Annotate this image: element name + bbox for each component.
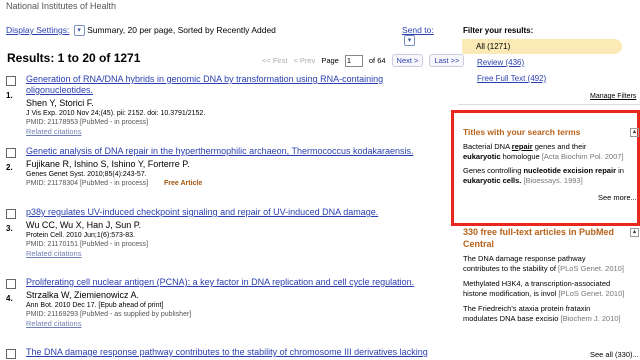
result-authors: Shen Y, Storici F. xyxy=(26,98,94,108)
free-articles-heading: 330 free full-text articles in PubMed Ce… xyxy=(463,226,639,250)
result-authors: Fujikane R, Ishino S, Ishino Y, Forterre… xyxy=(26,159,190,169)
result-title-link[interactable]: Proliferating cell nuclear antigen (PCNA… xyxy=(26,277,444,288)
result-item: The DNA damage response pathway contribu… xyxy=(6,347,446,360)
result-citation: Genes Genet Syst. 2010;85(4):243-57. xyxy=(26,171,147,178)
free-article-snippet[interactable]: Methylated H3K4, a transcription-associa… xyxy=(463,279,640,299)
display-summary: Summary, 20 per page, Sorted by Recently… xyxy=(87,25,276,35)
result-number: 2. xyxy=(6,163,13,172)
last-page-button[interactable]: Last >> xyxy=(429,54,465,67)
result-number: 4. xyxy=(6,294,13,303)
titles-heading: Titles with your search terms ▴ xyxy=(463,127,639,137)
result-pmid: PMID: 21178304 [PubMed - in process] xyxy=(26,180,149,187)
page-label: Page xyxy=(321,56,339,65)
divider xyxy=(458,104,640,105)
result-title-link[interactable]: The DNA damage response pathway contribu… xyxy=(26,347,444,358)
free-articles-heading-text: 330 free full-text articles in PubMed Ce… xyxy=(463,227,615,249)
display-settings-link[interactable]: Display Settings: xyxy=(6,25,69,35)
result-authors: Strzalka W, Ziemienowicz A. xyxy=(26,290,140,300)
site-header: National Institutes of Health xyxy=(0,0,640,14)
collapse-icon[interactable]: ▴ xyxy=(630,128,639,137)
chevron-down-icon[interactable]: ▾ xyxy=(404,35,415,47)
result-authors: Wu CC, Wu X, Han J, Sun P. xyxy=(26,220,142,230)
filter-free-full-text-link[interactable]: Free Full Text (492) xyxy=(477,74,546,83)
free-article-badge[interactable]: Free Article xyxy=(164,180,202,187)
chevron-down-icon[interactable]: ▾ xyxy=(73,25,85,37)
page-count: of 64 xyxy=(368,56,386,65)
titles-snippet[interactable]: Genes controlling nucleotide excision re… xyxy=(463,166,640,186)
related-citations-link[interactable]: Related citations xyxy=(26,249,444,259)
free-article-snippet[interactable]: The DNA damage response pathway contribu… xyxy=(463,254,640,274)
pager: << First < Prev Page of 64 Next > Last >… xyxy=(262,54,465,67)
see-more-link[interactable]: See more... xyxy=(598,193,637,202)
result-citation: J Vis Exp. 2010 Nov 24;(45). pii: 2152. … xyxy=(26,110,206,117)
result-citation: Ann Bot. 2010 Dec 17. [Epub ahead of pri… xyxy=(26,302,164,309)
result-checkbox[interactable] xyxy=(6,148,16,158)
filter-review-link[interactable]: Review (436) xyxy=(477,58,524,67)
first-page-button[interactable]: << First xyxy=(262,56,287,65)
result-number: 3. xyxy=(6,224,13,233)
result-title-link[interactable]: oligonucleotides. xyxy=(26,85,444,96)
manage-filters-link[interactable]: Manage Filters xyxy=(590,93,636,100)
result-pmid-row: PMID: 21178304 [PubMed - in process] Fre… xyxy=(26,179,444,188)
result-pmid: PMID: 21169293 [PubMed - as supplied by … xyxy=(26,311,192,318)
display-settings-bar: Display Settings: ▾ Summary, 20 per page… xyxy=(6,25,446,47)
free-article-snippet[interactable]: The Friedreich's ataxia protein frataxin… xyxy=(463,304,640,324)
related-citations-link[interactable]: Related citations xyxy=(26,319,444,329)
result-title-link[interactable]: p38y regulates UV-induced checkpoint sig… xyxy=(26,207,444,218)
prev-page-button[interactable]: < Prev xyxy=(293,56,315,65)
result-checkbox[interactable] xyxy=(6,76,16,86)
titles-snippet[interactable]: Bacterial DNA repair genes and their euk… xyxy=(463,142,640,162)
filter-all-tab[interactable]: All (1271) xyxy=(462,39,622,54)
result-checkbox[interactable] xyxy=(6,279,16,289)
result-title-link[interactable]: Genetic analysis of DNA repair in the hy… xyxy=(26,146,444,157)
result-checkbox[interactable] xyxy=(6,349,16,359)
result-checkbox[interactable] xyxy=(6,209,16,219)
result-number: 1. xyxy=(6,91,13,100)
result-title-link[interactable]: Generation of RNA/DNA hybrids in genomic… xyxy=(26,74,444,85)
see-all-link[interactable]: See all (330)... xyxy=(590,350,639,359)
send-to-link: Send to: xyxy=(402,25,434,35)
nih-label: National Institutes of Health xyxy=(6,1,117,11)
results-heading: Results: 1 to 20 of 1271 xyxy=(7,51,141,65)
next-page-button[interactable]: Next > xyxy=(391,54,424,67)
result-citation: Protein Cell. 2010 Jun;1(6):573-83. xyxy=(26,232,135,239)
related-citations-link[interactable]: Related citations xyxy=(26,127,444,137)
send-to-group[interactable]: Send to: ▾ xyxy=(402,25,446,47)
page-number-input[interactable] xyxy=(344,54,363,67)
result-pmid: PMID: 21178953 [PubMed - in process] xyxy=(26,119,149,126)
titles-heading-text: Titles with your search terms xyxy=(463,127,581,137)
collapse-icon[interactable]: ▴ xyxy=(630,228,639,237)
result-pmid: PMID: 21170151 [PubMed - in process] xyxy=(26,241,149,248)
filter-heading: Filter your results: xyxy=(463,26,534,35)
